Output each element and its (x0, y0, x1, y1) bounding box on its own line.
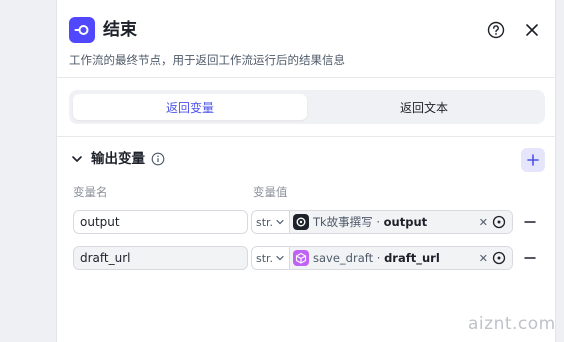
cube-icon (293, 250, 309, 266)
help-icon[interactable] (485, 19, 507, 41)
chevron-down-icon (276, 255, 284, 261)
variable-reference[interactable]: save_draft · draft_url ✕ (290, 247, 512, 269)
clear-icon[interactable]: ✕ (479, 252, 488, 265)
tab-return-variable[interactable]: 返回变量 (73, 94, 307, 120)
type-select[interactable]: str. (252, 247, 290, 269)
minus-icon (524, 221, 536, 223)
clear-icon[interactable]: ✕ (479, 216, 488, 229)
add-variable-button[interactable] (521, 148, 545, 172)
reference-label: save_draft · draft_url (313, 251, 440, 265)
variable-value-field: str. save_draft · draft_url ✕ (251, 246, 513, 270)
type-select[interactable]: str. (252, 211, 290, 233)
variable-name-input[interactable]: draft_url (73, 246, 248, 270)
column-label-name: 变量名 (73, 185, 108, 199)
plus-icon (527, 154, 539, 166)
remove-variable-button[interactable] (523, 215, 537, 229)
section-divider (57, 136, 555, 137)
target-icon[interactable] (492, 251, 506, 265)
column-label-value: 变量值 (253, 185, 288, 199)
end-node-panel: 结束 工作流的最终节点，用于返回工作流运行后的结果信息 返回变量 返回文本 输出… (56, 0, 556, 342)
close-icon[interactable] (521, 19, 543, 41)
chatgpt-icon (293, 214, 309, 230)
variable-value-field: str. Tk故事撰写 · output ✕ (251, 210, 513, 234)
end-node-icon (69, 17, 95, 43)
type-label: str. (256, 251, 274, 265)
return-mode-tabs: 返回变量 返回文本 (69, 90, 545, 124)
minus-icon (524, 257, 536, 259)
variable-name-input[interactable]: output (73, 210, 248, 234)
chevron-down-icon[interactable] (71, 153, 83, 165)
target-icon[interactable] (492, 215, 506, 229)
chevron-down-icon (276, 219, 284, 225)
panel-description: 工作流的最终节点，用于返回工作流运行后的结果信息 (69, 53, 345, 67)
panel-title: 结束 (103, 20, 137, 40)
reference-label: Tk故事撰写 · output (313, 215, 428, 229)
watermark: aiznt.com (468, 314, 556, 334)
type-label: str. (256, 215, 274, 229)
variable-reference[interactable]: Tk故事撰写 · output ✕ (290, 211, 512, 233)
section-title: 输出变量 (91, 151, 145, 167)
tab-return-text[interactable]: 返回文本 (307, 94, 541, 120)
panel-header: 结束 工作流的最终节点，用于返回工作流运行后的结果信息 (57, 0, 555, 78)
info-icon[interactable] (151, 152, 165, 166)
remove-variable-button[interactable] (523, 251, 537, 265)
